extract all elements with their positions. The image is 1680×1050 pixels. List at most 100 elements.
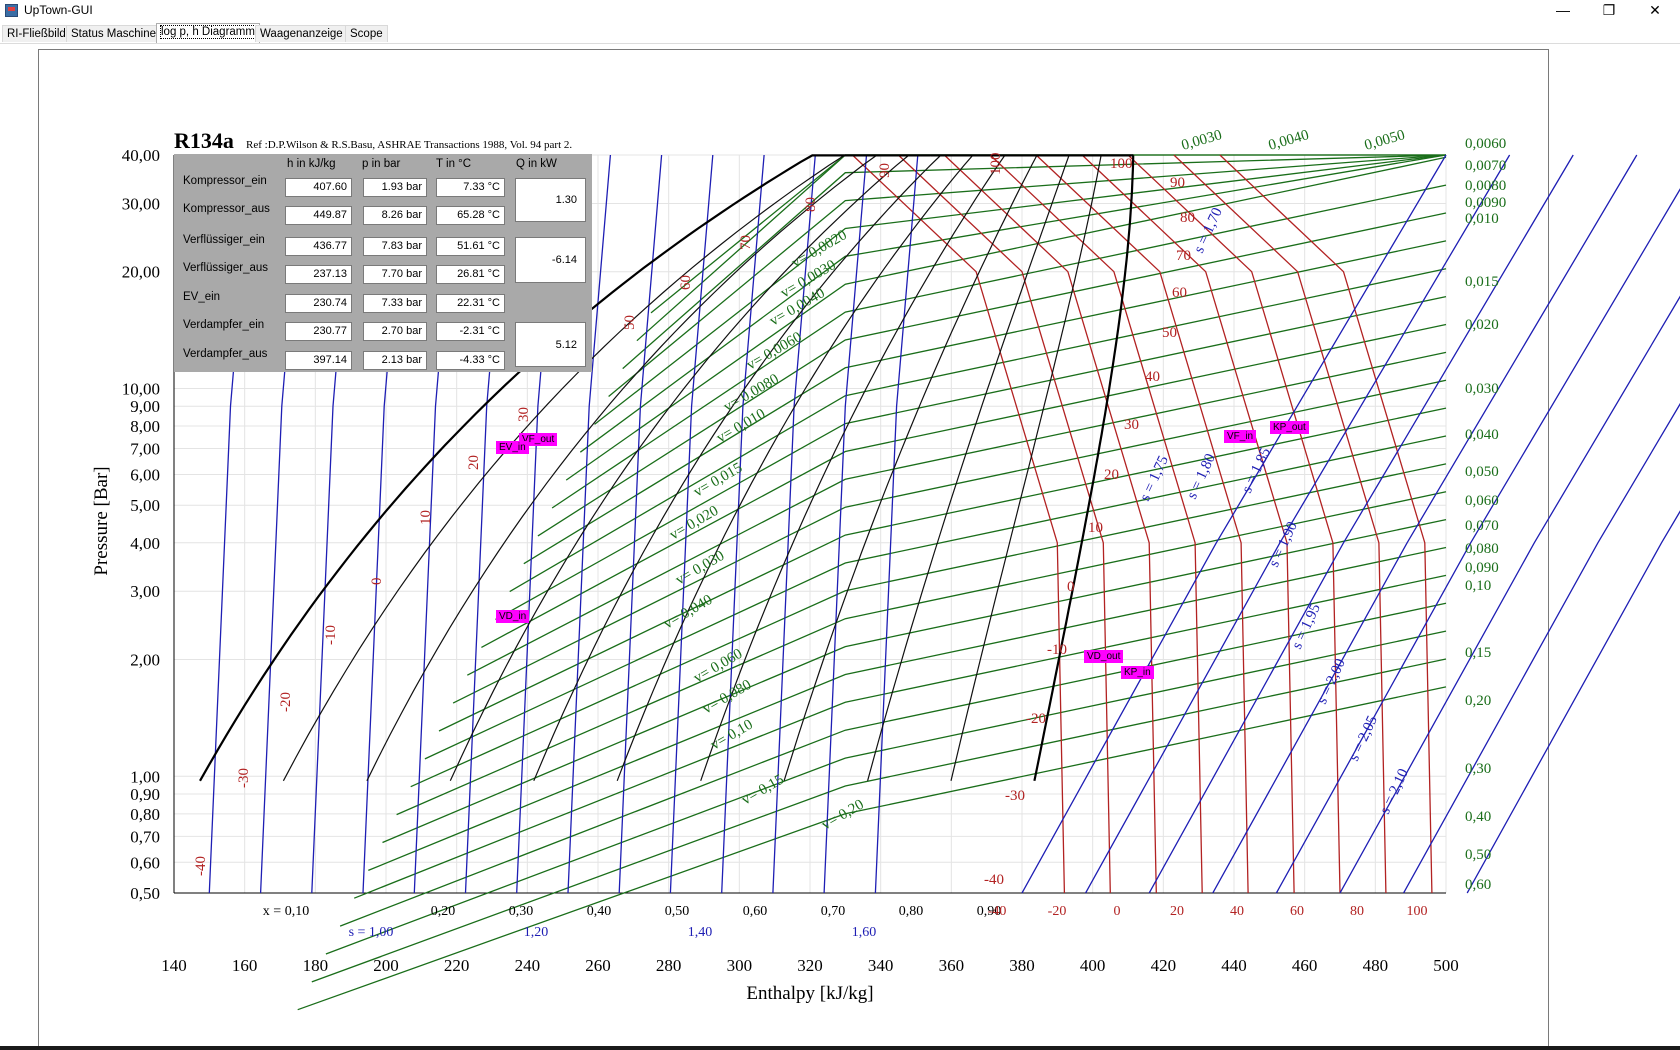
liquid-temperature-label: -40 [193, 856, 209, 876]
liquid-temperature-label: 0 [369, 578, 385, 586]
vapor-temperature-label: 60 [1172, 285, 1187, 301]
isochore-line [325, 630, 1447, 955]
cell-p: 8.26 bar [363, 206, 427, 225]
vapor-temperature-label: -40 [984, 872, 1004, 888]
row-label: Kompressor_ein [183, 175, 267, 187]
volume-label: 0,020 [1465, 317, 1499, 333]
volume-label: 0,0090 [1465, 195, 1506, 211]
entropy-bottom-label: 1,40 [688, 925, 713, 940]
isochore-label: v= 0,0060 [744, 329, 805, 373]
x-tick-label: 340 [868, 956, 894, 975]
isochore-line [424, 435, 1447, 760]
quality-label: 0,50 [665, 904, 690, 919]
q-compressor: 1.30 [515, 178, 586, 222]
volume-label: 0,060 [1465, 493, 1499, 509]
marker-vf-in: VF_in [1224, 430, 1257, 443]
temperature-bottom-label: -20 [1048, 904, 1067, 919]
cell-h: 397.14 [285, 351, 352, 370]
isotherm-line [1081, 154, 1295, 894]
isochore-line [523, 240, 1447, 565]
isentrope-line [1148, 154, 1574, 894]
isentrope-label: s = 1,70 [1191, 205, 1226, 255]
volume-label: 0,090 [1465, 560, 1499, 576]
x-tick-label: 460 [1292, 956, 1318, 975]
cell-t: 22.31 °C [436, 294, 505, 313]
isentrope-label: s = 2,10 [1377, 766, 1412, 816]
x-tick-label: 400 [1080, 956, 1106, 975]
liquid-temperature-label: 20 [466, 455, 482, 470]
y-tick-label: 1,00 [130, 767, 160, 786]
isochore-line [565, 156, 1447, 481]
volume-label: 0,070 [1465, 518, 1499, 534]
volume-label: 0,15 [1465, 645, 1491, 661]
vapor-temperature-label: 20 [1104, 467, 1119, 483]
cell-p: 2.13 bar [363, 351, 427, 370]
isochore-label: v= 0,0080 [721, 371, 782, 415]
volume-label: 0,040 [1465, 427, 1499, 443]
header-q: Q in kW [516, 158, 557, 170]
cell-t: 26.81 °C [436, 265, 505, 284]
liquid-temperature-label: 30 [516, 407, 532, 422]
y-tick-label: 0,60 [130, 853, 160, 872]
y-tick-label: 0,80 [130, 805, 160, 824]
cell-h: 230.77 [285, 322, 352, 341]
isochore-label: v= 0,080 [700, 677, 754, 718]
isochore-line [594, 154, 1447, 425]
cell-t: -4.33 °C [436, 351, 505, 370]
vapor-temperature-label: 40 [1145, 369, 1160, 385]
header-t: T in °C [436, 158, 472, 170]
isochore-line [339, 602, 1447, 927]
vapor-temperature-label: -10 [1047, 642, 1067, 658]
vapor-temperature-label: 0 [1067, 579, 1075, 595]
y-tick-label: 40,00 [122, 146, 160, 165]
x-axis-label: Enthalpy [kJ/kg] [746, 983, 873, 1004]
state-point-table: h in kJ/kg p in bar T in °C Q in kW Komp… [174, 154, 592, 372]
vapor-temperature-label: 80 [1180, 210, 1195, 226]
vapor-temperature-label: -30 [1005, 788, 1025, 804]
cell-h: 230.74 [285, 294, 352, 313]
vapor-temperature-label: -20 [1026, 711, 1046, 727]
y-tick-label: 0,90 [130, 785, 160, 804]
quality-label: 0,40 [587, 904, 612, 919]
volume-label: 0,60 [1465, 877, 1491, 893]
quality-label: 0,20 [431, 904, 456, 919]
quality-label: 0,70 [821, 904, 846, 919]
quality-label: 0,80 [899, 904, 924, 919]
marker-vd-out: VD_out [1084, 650, 1124, 663]
liquid-temperature-label: 70 [738, 235, 754, 250]
row-label: Verflüssiger_aus [183, 262, 269, 274]
quality-line [533, 154, 1004, 782]
quality-label: x = 0,10 [263, 904, 309, 919]
q-condenser: -6.14 [515, 237, 586, 283]
header-p: p in bar [362, 158, 401, 170]
diagram-reference: Ref :D.P.Wilson & R.S.Basu, ASHRAE Trans… [246, 139, 572, 151]
volume-label: 0,0060 [1465, 136, 1506, 152]
diagram-title: R134a [174, 128, 234, 153]
x-tick-label: 140 [161, 956, 187, 975]
cell-t: 51.61 °C [436, 237, 505, 256]
entropy-bottom-label: s = 1,00 [349, 925, 394, 940]
isochore-line [481, 323, 1447, 648]
temperature-bottom-label: 20 [1170, 904, 1184, 919]
q-evaporator: 5.12 [515, 322, 586, 367]
volume-label: 0,050 [1465, 464, 1499, 480]
temperature-bottom-label: 100 [1407, 904, 1428, 919]
x-tick-label: 380 [1009, 956, 1035, 975]
marker-vd-in: VD_in [496, 610, 530, 623]
volume-label: 0,20 [1465, 693, 1491, 709]
vapor-temperature-label: 50 [1162, 325, 1177, 341]
temperature-bottom-label: 40 [1230, 904, 1244, 919]
vapor-temperature-label: 30 [1124, 417, 1139, 433]
temperature-bottom-label: -40 [988, 904, 1007, 919]
row-label: Verdampfer_ein [183, 319, 265, 331]
y-tick-label: 2,00 [130, 651, 160, 670]
y-tick-label: 9,00 [130, 397, 160, 416]
y-tick-label: 8,00 [130, 417, 160, 436]
vapor-temperature-label: 10 [1088, 520, 1103, 536]
x-tick-label: 260 [585, 956, 611, 975]
y-tick-label: 5,00 [130, 496, 160, 515]
volume-label: 0,030 [1465, 381, 1499, 397]
liquid-temperature-label: -20 [278, 692, 294, 712]
temperature-bottom-label: 0 [1114, 904, 1121, 919]
vapor-temperature-label: 100 [1110, 156, 1133, 172]
